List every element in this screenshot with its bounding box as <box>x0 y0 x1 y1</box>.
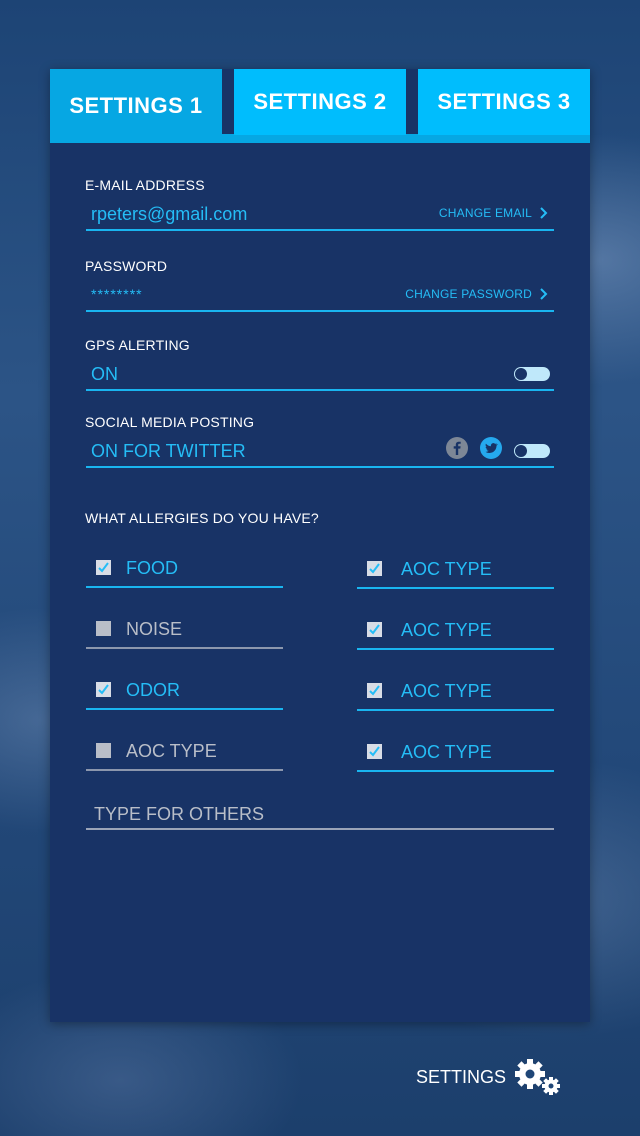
check-icon <box>369 624 380 635</box>
tab-bar: SETTINGS 1 SETTINGS 2 SETTINGS 3 <box>50 69 590 143</box>
allergy-label: FOOD <box>126 558 178 578</box>
email-label: E-MAIL ADDRESS <box>85 177 205 193</box>
check-icon <box>98 684 109 695</box>
allergies-question: WHAT ALLERGIES DO YOU HAVE? <box>85 510 319 526</box>
allergy-option[interactable]: FOOD <box>86 556 283 588</box>
allergy-label: AOC TYPE <box>401 681 492 701</box>
allergy-label: NOISE <box>126 619 183 639</box>
allergy-option[interactable]: AOC TYPE <box>86 739 283 771</box>
tab-settings-2[interactable]: SETTINGS 2 <box>234 69 406 135</box>
check-icon <box>98 562 109 573</box>
change-email-link[interactable]: CHANGE EMAIL <box>439 206 532 220</box>
allergy-label: AOC TYPE <box>126 741 217 761</box>
allergy-option[interactable]: NOISE <box>86 617 283 649</box>
checkbox-checked[interactable] <box>367 622 382 637</box>
check-icon <box>369 563 380 574</box>
settings-card: SETTINGS 1 SETTINGS 2 SETTINGS 3 E-MAIL … <box>50 69 590 1022</box>
check-icon <box>369 685 380 696</box>
twitter-icon[interactable] <box>480 437 502 459</box>
allergy-label: ODOR <box>126 680 180 700</box>
email-value: rpeters@gmail.com <box>91 204 248 224</box>
footer-label: SETTINGS <box>416 1066 507 1087</box>
password-value: ******** <box>91 286 143 302</box>
social-toggle[interactable] <box>514 444 550 458</box>
social-field: ON FOR TWITTER <box>86 436 554 468</box>
email-field[interactable]: rpeters@gmail.com CHANGE EMAIL <box>86 199 554 231</box>
gps-toggle[interactable] <box>514 367 550 381</box>
allergy-label: AOC TYPE <box>401 742 492 762</box>
toggle-knob <box>515 368 527 380</box>
allergy-option[interactable]: AOC TYPE <box>357 679 554 711</box>
chevron-right-icon[interactable] <box>536 286 552 302</box>
password-field[interactable]: ******** CHANGE PASSWORD <box>86 280 554 312</box>
allergy-label: AOC TYPE <box>401 559 492 579</box>
checkbox-checked[interactable] <box>367 744 382 759</box>
settings-footer-button[interactable]: SETTINGS <box>416 1058 562 1096</box>
social-value: ON FOR TWITTER <box>91 441 246 461</box>
allergy-label: AOC TYPE <box>401 620 492 640</box>
allergy-option[interactable]: AOC TYPE <box>357 740 554 772</box>
social-label: SOCIAL MEDIA POSTING <box>85 414 255 430</box>
checkbox-checked[interactable] <box>367 561 382 576</box>
gps-field: ON <box>86 359 554 391</box>
checkbox-checked[interactable] <box>96 560 111 575</box>
check-icon <box>369 746 380 757</box>
chevron-right-icon[interactable] <box>536 205 552 221</box>
gps-label: GPS ALERTING <box>85 337 190 353</box>
tab-settings-1[interactable]: SETTINGS 1 <box>50 69 222 143</box>
checkbox-unchecked[interactable] <box>96 621 111 636</box>
facebook-icon[interactable] <box>446 437 468 459</box>
change-password-link[interactable]: CHANGE PASSWORD <box>405 287 532 301</box>
allergy-option[interactable]: AOC TYPE <box>357 618 554 650</box>
checkbox-unchecked[interactable] <box>96 743 111 758</box>
allergy-option[interactable]: AOC TYPE <box>357 557 554 589</box>
others-field <box>86 800 554 830</box>
others-input[interactable] <box>92 800 536 828</box>
tab-settings-3[interactable]: SETTINGS 3 <box>418 69 590 135</box>
checkbox-checked[interactable] <box>367 683 382 698</box>
gps-value: ON <box>91 364 118 384</box>
checkbox-checked[interactable] <box>96 682 111 697</box>
password-label: PASSWORD <box>85 258 168 274</box>
allergy-option[interactable]: ODOR <box>86 678 283 710</box>
gears-icon <box>515 1059 561 1095</box>
toggle-knob <box>515 445 527 457</box>
